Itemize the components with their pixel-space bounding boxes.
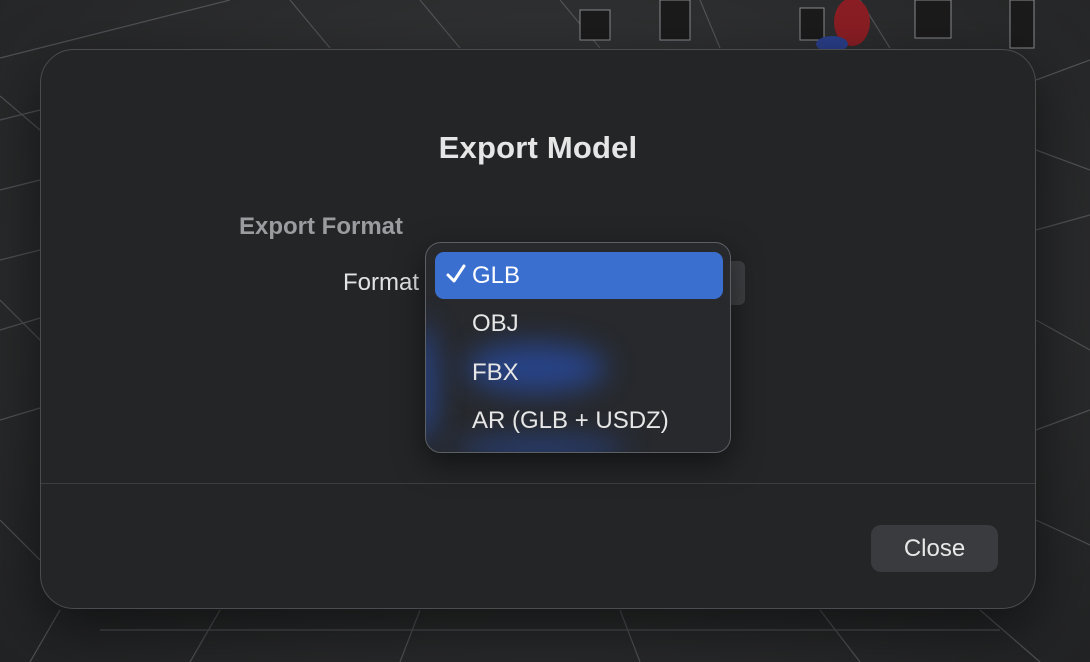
option-label: AR (GLB + USDZ) (472, 406, 669, 434)
format-option-glb[interactable]: GLB (435, 252, 723, 299)
section-heading: Export Format (239, 213, 404, 240)
checkmark-icon (446, 264, 466, 283)
dialog-title: Export Model (438, 130, 638, 165)
scene-objects (579, 0, 1035, 49)
format-dropdown-menu: GLB OBJ FBX AR (GLB + USDZ) (425, 242, 731, 453)
option-label: GLB (472, 261, 521, 289)
footer-divider (41, 483, 1035, 484)
format-option-obj[interactable]: OBJ (435, 300, 723, 347)
format-option-ar[interactable]: AR (GLB + USDZ) (435, 397, 723, 444)
option-label: FBX (472, 358, 519, 386)
close-button[interactable]: Close (871, 525, 998, 572)
option-label: OBJ (472, 309, 519, 337)
format-label: Format (342, 269, 419, 296)
format-option-fbx[interactable]: FBX (435, 349, 723, 396)
